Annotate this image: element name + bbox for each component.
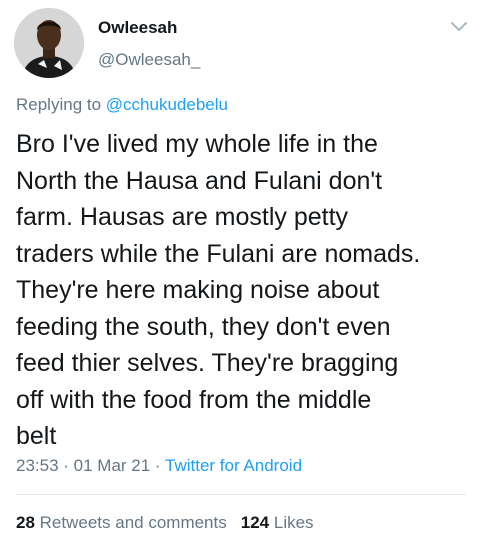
reply-mention-link[interactable]: @cchukudebelu [106, 95, 228, 114]
retweets-count: 28 [16, 513, 35, 532]
likes-count: 124 [240, 513, 270, 532]
tweet-card: Owleesah @Owleesah_ Replying to @cchukud… [0, 0, 480, 542]
tweet-date: 01 Mar 21 [73, 456, 151, 475]
tweet-text-line: belt [16, 422, 57, 450]
tweet-text-line: feed thier selves. They're bragging [16, 349, 399, 377]
author-handle[interactable]: @Owleesah_ [98, 50, 200, 70]
retweets-stat[interactable]: 28 Retweets and comments [16, 513, 227, 532]
likes-stat[interactable]: 124 Likes [241, 513, 314, 532]
tweet-text-line: farm. Hausas are mostly petty [16, 203, 349, 231]
tweet-text: Bro I've lived my whole life in the Nort… [16, 126, 472, 455]
tweet-source-link[interactable]: Twitter for Android [165, 456, 302, 475]
tweet-text-line: North the Hausa and Fulani don't [16, 166, 383, 195]
replying-to-label: Replying to [16, 95, 102, 114]
chevron-down-icon[interactable] [449, 20, 469, 34]
retweets-label: Retweets and comments [39, 513, 227, 532]
tweet-text-line: Bro I've lived my whole life in the [16, 130, 378, 158]
author-display-name[interactable]: Owleesah [98, 18, 177, 38]
tweet-time: 23:53 [16, 456, 59, 475]
tweet-stats: 28 Retweets and comments 124 Likes [16, 513, 314, 533]
meta-separator: · [58, 456, 74, 475]
tweet-text-line: feeding the south, they don't even [16, 312, 391, 341]
divider [16, 494, 466, 495]
meta-separator: · [150, 456, 166, 475]
avatar-photo [14, 8, 84, 78]
tweet-text-line: off with the food from the middle [16, 385, 372, 414]
tweet-text-line: traders while the Fulani are nomads. [16, 239, 421, 268]
likes-label: Likes [273, 513, 314, 532]
avatar[interactable] [14, 8, 84, 78]
tweet-text-line: They're here making noise about [16, 276, 380, 304]
tweet-meta: 23:53 · 01 Mar 21 · Twitter for Android [16, 456, 302, 476]
replying-to: Replying to @cchukudebelu [16, 95, 228, 115]
